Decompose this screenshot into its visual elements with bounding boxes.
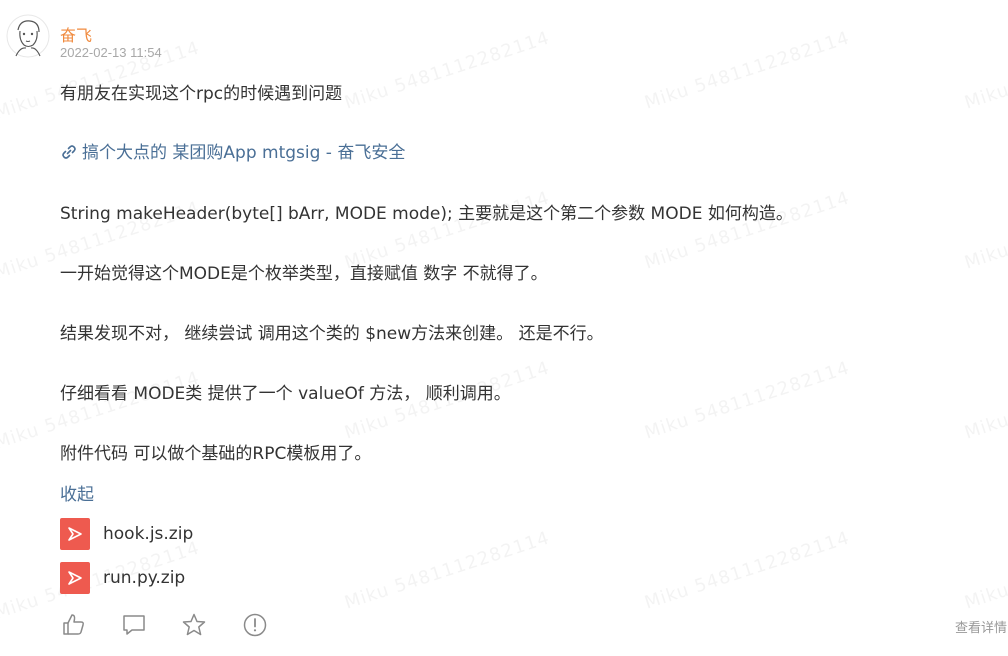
watermark: Miku 5481112282114 <box>962 527 1008 613</box>
watermark: Miku 5481112282114 <box>642 27 852 113</box>
like-button[interactable] <box>61 612 87 638</box>
post-paragraph: 附件代码 可以做个基础的RPC模板用了。 <box>60 444 372 464</box>
comment-icon <box>123 615 145 635</box>
watermark: Miku 5481112282114 <box>342 27 552 113</box>
link-icon <box>62 145 76 159</box>
post-paragraph: 一开始觉得这个MODE是个枚举类型，直接赋值 数字 不就得了。 <box>60 264 548 284</box>
report-icon <box>243 613 267 637</box>
view-details-link[interactable]: 查看详情 <box>955 617 1007 636</box>
watermark: Miku 5481112282114 <box>642 357 852 443</box>
post-paragraph: String makeHeader(byte[] bArr, MODE mode… <box>60 204 793 224</box>
watermark: Miku 5481112282114 <box>642 527 852 613</box>
avatar[interactable] <box>6 14 50 58</box>
collapse-link[interactable]: 收起 <box>60 480 94 505</box>
watermark: Miku 5481112282114 <box>962 187 1008 273</box>
comment-button[interactable] <box>121 612 147 638</box>
post-paragraph: 仔细看看 MODE类 提供了一个 valueOf 方法， 顺利调用。 <box>60 384 511 404</box>
post-paragraph: 结果发现不对， 继续尝试 调用这个类的 $new方法来创建。 还是不行。 <box>60 324 604 344</box>
attachment-hook[interactable]: hook.js.zip <box>60 518 193 550</box>
watermark: Miku 5481112282114 <box>962 357 1008 443</box>
attachment-name[interactable]: hook.js.zip <box>103 524 193 544</box>
watermark: Miku 5481112282114 <box>962 27 1008 113</box>
author-name[interactable]: 奋飞 <box>60 22 92 46</box>
favorite-button[interactable] <box>181 612 207 638</box>
attachment-name[interactable]: run.py.zip <box>103 568 185 588</box>
star-icon <box>182 613 206 636</box>
watermark: Miku 5481112282114 <box>342 527 552 613</box>
article-link-text[interactable]: 搞个大点的 某团购App mtgsig - 奋飞安全 <box>82 143 405 163</box>
like-icon <box>63 614 84 635</box>
avatar-sketch-icon <box>6 14 50 58</box>
report-button[interactable] <box>242 612 268 638</box>
attachment-run[interactable]: run.py.zip <box>60 562 185 594</box>
file-zip-icon <box>60 518 90 550</box>
post-paragraph: 有朋友在实现这个rpc的时候遇到问题 <box>60 84 343 104</box>
article-link[interactable]: 搞个大点的 某团购App mtgsig - 奋飞安全 <box>60 138 405 163</box>
file-zip-icon <box>60 562 90 594</box>
post-date: 2022-02-13 11:54 <box>60 45 162 60</box>
